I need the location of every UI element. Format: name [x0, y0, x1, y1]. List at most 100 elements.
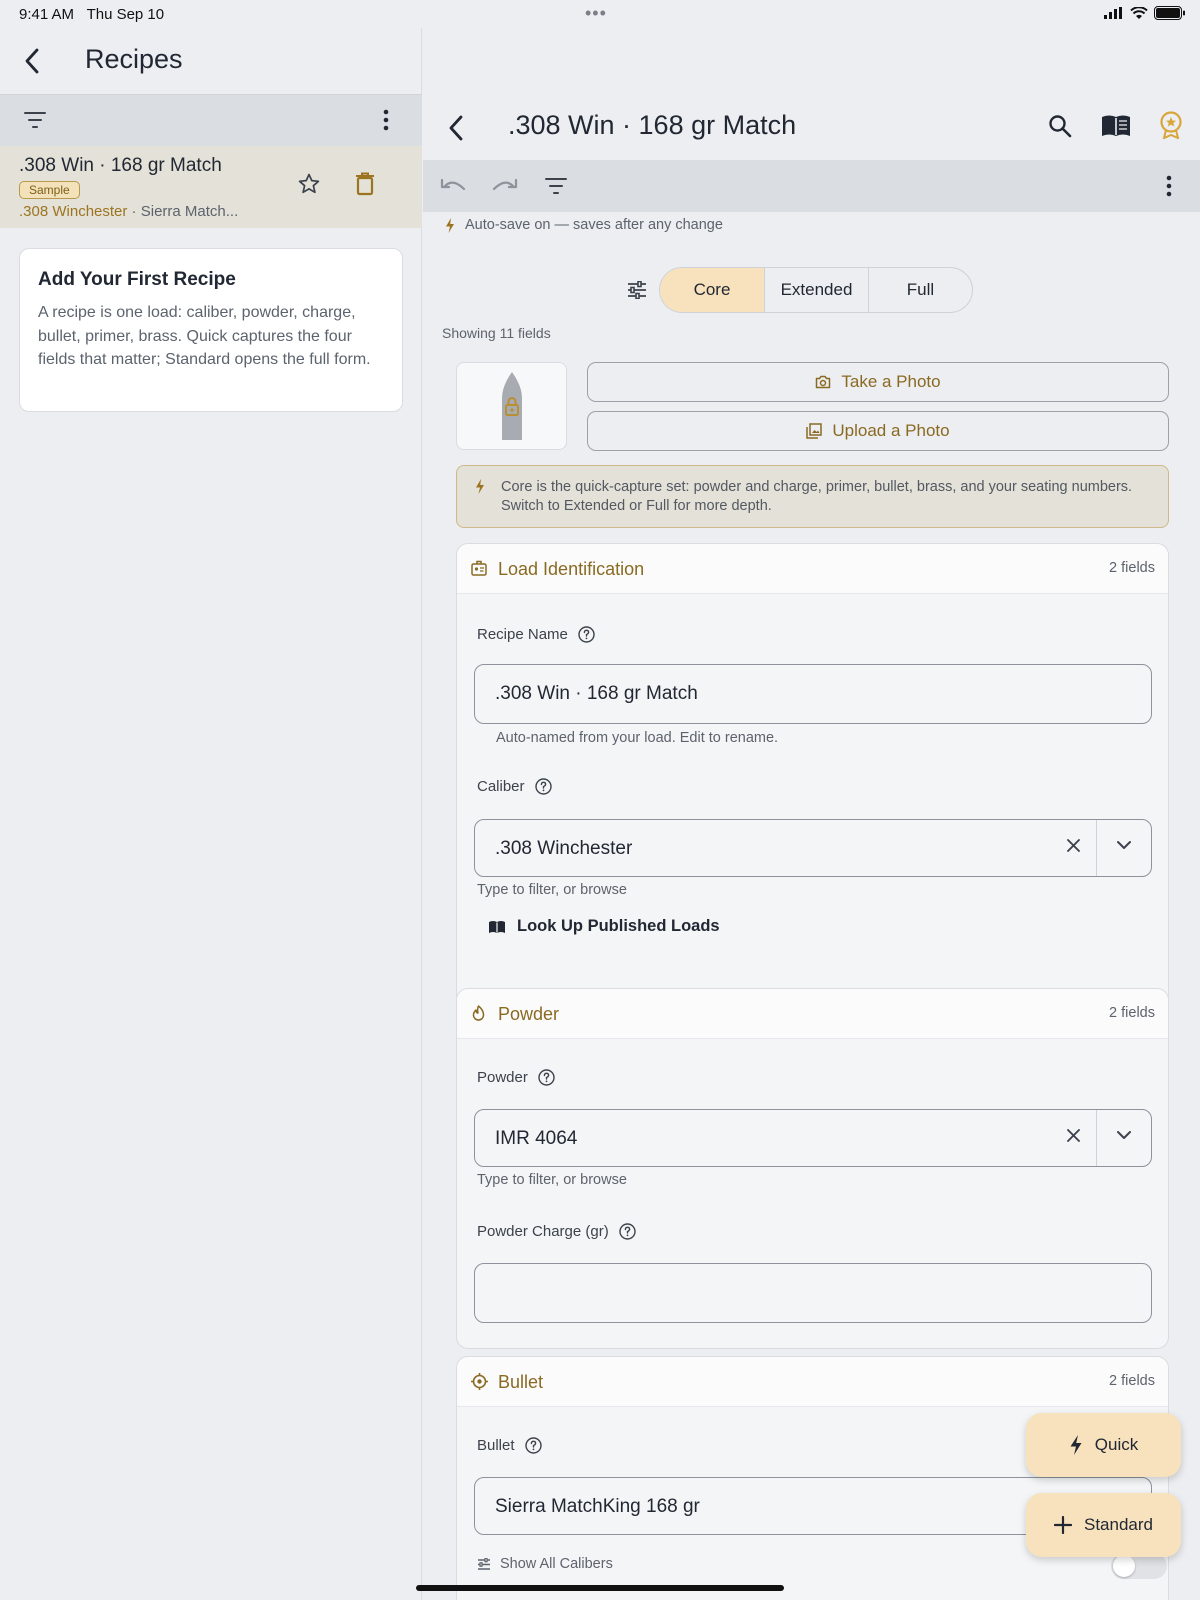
detail-level-control: Core Extended Full: [627, 267, 973, 313]
bullet-value: Sierra MatchKing 168 gr: [495, 1496, 700, 1517]
page-title: Recipes: [85, 44, 183, 74]
flame-icon: [472, 1005, 485, 1021]
field-divider: [1096, 1110, 1097, 1166]
edit-toolbar: [423, 160, 1200, 212]
bullet-label-text: Bullet: [477, 1437, 515, 1454]
section-powder: Powder 2 fields Powder IMR 4064 Type to …: [456, 988, 1169, 1349]
switch-thumb: [1113, 1555, 1135, 1577]
list-toolbar: [0, 94, 422, 146]
status-icons: [1104, 6, 1186, 20]
mode-core[interactable]: Core: [660, 268, 764, 312]
badge-award-icon[interactable]: [1159, 111, 1183, 139]
photo-library-icon: [806, 423, 823, 439]
standard-label: Standard: [1084, 1515, 1153, 1534]
upload-photo-label: Upload a Photo: [832, 421, 950, 440]
help-icon[interactable]: [538, 1069, 555, 1086]
help-icon[interactable]: [534, 778, 552, 795]
recipe-photo-placeholder[interactable]: [456, 362, 567, 450]
field-count-text: Showing 11 fields: [442, 325, 551, 341]
mode-extended[interactable]: Extended: [764, 268, 868, 312]
powder-charge-input[interactable]: [474, 1263, 1152, 1323]
add-card-body: A recipe is one load: caliber, powder, c…: [38, 304, 371, 368]
recipe-name-label-text: Recipe Name: [477, 626, 568, 643]
recipe-item-bullet: Sierra Match...: [140, 203, 239, 220]
quick-label: Quick: [1094, 1435, 1139, 1454]
detail-title: .308 Win · 168 gr Match: [508, 110, 797, 140]
add-card-title: Add Your First Recipe: [38, 269, 236, 290]
clear-icon[interactable]: [1066, 838, 1081, 853]
help-icon[interactable]: [619, 1223, 636, 1240]
show-all-calibers-toggle-row[interactable]: Show All Calibers: [477, 1556, 613, 1572]
search-icon[interactable]: [1048, 114, 1072, 138]
list-header: Recipes: [0, 28, 422, 94]
bolt-icon: [476, 479, 484, 494]
chevron-down-icon[interactable]: [1116, 1130, 1132, 1140]
tune-icon[interactable]: [627, 281, 647, 299]
crosshair-icon: [471, 1373, 488, 1390]
powder-label: Powder: [477, 1069, 555, 1086]
back-icon[interactable]: [24, 48, 40, 74]
powder-combobox[interactable]: IMR 4064: [474, 1109, 1152, 1167]
recipe-detail-pane: .308 Win · 168 gr Match Auto-save on — s…: [423, 28, 1200, 1600]
section-title: Powder: [498, 1004, 560, 1024]
section-field-count: 2 fields: [1109, 560, 1155, 576]
redo-icon[interactable]: [492, 177, 518, 195]
more-vert-icon[interactable]: [1165, 175, 1173, 197]
detail-header: .308 Win · 168 gr Match: [423, 98, 1200, 160]
back-icon[interactable]: [448, 115, 464, 141]
caliber-value: .308 Winchester: [495, 838, 633, 859]
recipe-name-value: .308 Win · 168 gr Match: [495, 683, 698, 704]
powder-label-text: Powder: [477, 1069, 528, 1086]
bullet-label: Bullet: [477, 1437, 542, 1454]
autosave-status: Auto-save on — saves after any change: [445, 217, 723, 233]
section-bullet: Bullet 2 fields Bullet Sierra MatchKing …: [456, 1356, 1169, 1600]
recipe-name-input[interactable]: .308 Win · 168 gr Match: [474, 664, 1152, 724]
show-all-calibers-label: Show All Calibers: [500, 1556, 613, 1572]
bolt-icon: [1070, 1435, 1082, 1455]
field-divider: [1096, 820, 1097, 876]
section-header[interactable]: Powder 2 fields: [457, 989, 1168, 1039]
help-icon[interactable]: [524, 1437, 542, 1454]
filter-icon[interactable]: [24, 111, 46, 129]
status-time: 9:41 AM Thu Sep 10: [19, 6, 164, 23]
battery-icon: [1154, 6, 1185, 20]
lookup-published-loads-button[interactable]: Look Up Published Loads: [488, 917, 720, 936]
recipe-item-separator: ·: [127, 203, 141, 220]
upload-photo-button[interactable]: Upload a Photo: [587, 411, 1169, 451]
add-first-recipe-card[interactable]: Add Your First Recipe A recipe is one lo…: [19, 248, 403, 412]
lookup-label: Look Up Published Loads: [517, 917, 720, 935]
section-title: Bullet: [498, 1372, 544, 1392]
section-header[interactable]: Load Identification 2 fields: [457, 544, 1168, 594]
autosave-text: Auto-save on — saves after any change: [465, 217, 723, 233]
star-icon[interactable]: [297, 172, 321, 196]
bolt-icon: [446, 217, 454, 233]
more-vert-icon[interactable]: [382, 109, 390, 131]
recipe-list-item[interactable]: .308 Win · 168 gr Match Sample .308 Winc…: [0, 146, 422, 228]
section-field-count: 2 fields: [1109, 1373, 1155, 1389]
section-load-identification: Load Identification 2 fields Recipe Name…: [456, 543, 1169, 1006]
recipe-item-subtitle: .308 Winchester · Sierra Match...: [19, 203, 238, 220]
delete-icon[interactable]: [355, 172, 375, 196]
take-photo-button[interactable]: Take a Photo: [587, 362, 1169, 402]
clear-icon[interactable]: [1066, 1128, 1081, 1143]
camera-icon: [816, 375, 831, 389]
load-manual-book-icon[interactable]: [1101, 114, 1131, 138]
standard-add-fab[interactable]: Standard: [1026, 1493, 1181, 1557]
multitasking-dots[interactable]: •••: [585, 3, 607, 24]
quick-add-fab[interactable]: Quick: [1026, 1413, 1181, 1477]
caliber-combobox[interactable]: .308 Winchester: [474, 819, 1152, 877]
status-bar: 9:41 AM Thu Sep 10 •••: [0, 0, 1200, 28]
signal-icon: [1104, 7, 1122, 19]
filter-icon[interactable]: [545, 177, 567, 195]
recipe-item-caliber: .308 Winchester: [19, 203, 128, 220]
help-icon[interactable]: [578, 626, 595, 643]
section-title: Load Identification: [498, 559, 645, 579]
undo-icon[interactable]: [440, 177, 466, 195]
mode-full[interactable]: Full: [868, 268, 972, 312]
tune-icon: [478, 1557, 490, 1570]
caliber-label-text: Caliber: [477, 778, 525, 795]
section-header[interactable]: Bullet 2 fields: [457, 1357, 1168, 1407]
mode-segmented-control: Core Extended Full: [659, 267, 973, 313]
caliber-helper: Type to filter, or browse: [477, 882, 627, 898]
chevron-down-icon[interactable]: [1116, 840, 1132, 850]
